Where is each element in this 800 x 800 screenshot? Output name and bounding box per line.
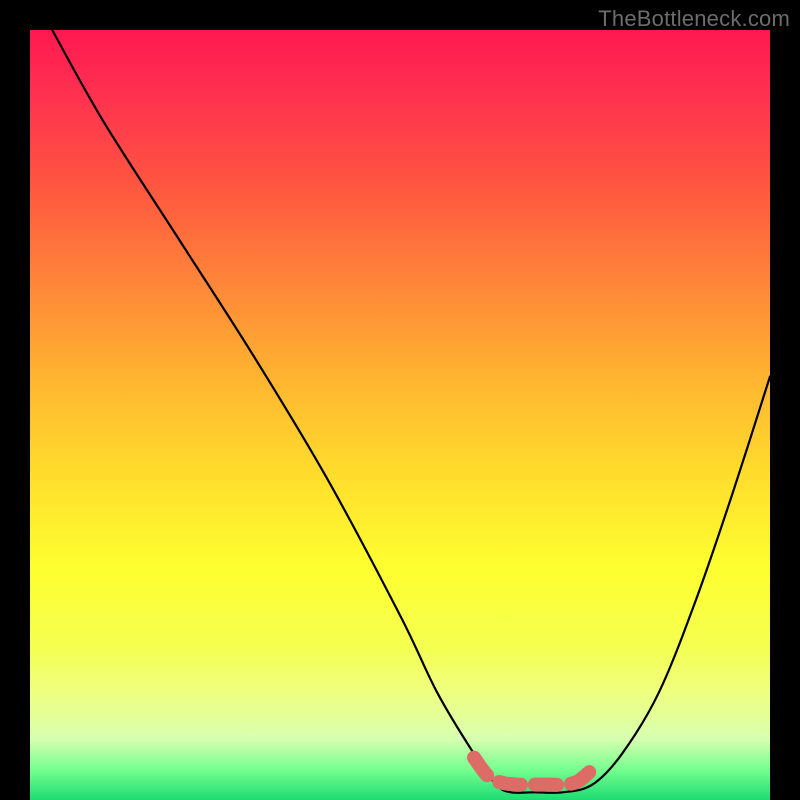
optimal-band-marker	[474, 758, 592, 785]
bottleneck-curve-line	[52, 30, 770, 793]
chart-svg	[30, 30, 770, 800]
chart-plot-area	[30, 30, 770, 800]
chart-frame: TheBottleneck.com	[0, 0, 800, 800]
watermark-text: TheBottleneck.com	[598, 6, 790, 32]
